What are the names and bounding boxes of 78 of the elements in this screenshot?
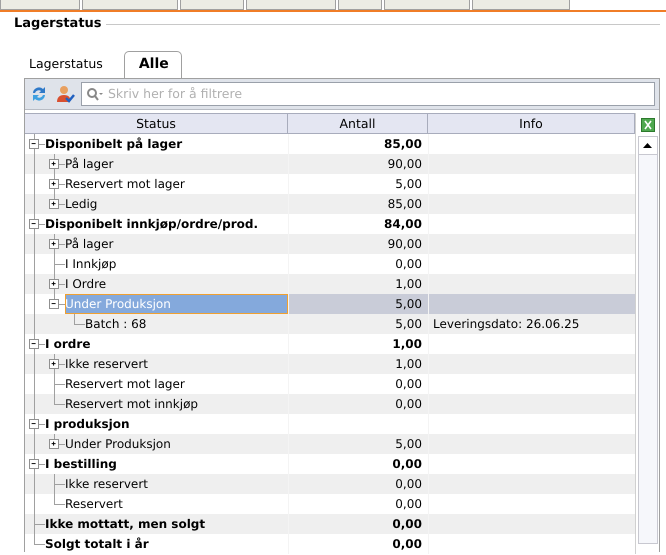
quantity-cell: 0,00: [395, 256, 422, 270]
collapse-icon[interactable]: [29, 138, 39, 148]
collapse-icon[interactable]: [29, 338, 39, 348]
tree-row[interactable]: Under Produksjon 5,00: [25, 434, 635, 454]
expand-icon[interactable]: [49, 238, 59, 248]
status-cell-text: Reservert mot lager: [65, 376, 186, 392]
status-cell-text: I ordre: [45, 336, 92, 352]
expand-icon[interactable]: [49, 278, 59, 288]
quantity-cell: 85,00: [384, 136, 422, 150]
quantity-cell: 0,00: [395, 396, 422, 410]
collapse-icon[interactable]: [29, 418, 39, 428]
info-cell: Leveringsdato: 26.06.25: [433, 316, 580, 330]
group-title: Lagerstatus: [14, 15, 102, 33]
quantity-cell: 1,00: [395, 356, 422, 370]
expand-icon[interactable]: [49, 358, 59, 368]
status-cell-text: Ikke reservert: [65, 356, 149, 372]
status-cell-text: I Ordre: [65, 276, 108, 292]
quantity-cell: 1,00: [392, 336, 422, 350]
status-cell-text: Batch : 68: [85, 316, 148, 332]
tree-row[interactable]: Ikke mottatt, men solgt 0,00: [25, 514, 635, 534]
tree-row[interactable]: Ledig 85,00: [25, 194, 635, 214]
tab[interactable]: Lagerstatus: [26, 52, 116, 78]
user-check-icon[interactable]: [55, 84, 75, 104]
status-cell-text: Reservert mot lager: [65, 176, 186, 192]
tree-row[interactable]: Solgt totalt i år 0,00: [25, 534, 635, 554]
expand-icon[interactable]: [49, 438, 59, 448]
status-cell-text: Disponibelt på lager: [45, 136, 184, 153]
tree-row[interactable]: Ikke reservert 1,00: [25, 354, 635, 374]
status-cell-text: Under Produksjon: [65, 436, 172, 452]
status-cell-text: På lager: [65, 156, 114, 172]
expand-icon[interactable]: [49, 158, 59, 168]
quantity-cell: 0,00: [392, 456, 422, 470]
quantity-cell: 1,00: [395, 276, 422, 290]
quantity-cell: 0,00: [395, 476, 422, 490]
status-cell-text: Disponibelt innkjøp/ordre/prod.: [45, 216, 260, 233]
quantity-cell: 84,00: [384, 216, 422, 230]
quantity-cell: 5,00: [395, 176, 422, 190]
quantity-cell: 90,00: [388, 236, 422, 250]
status-cell-text: Ikke reservert: [65, 476, 149, 492]
collapse-icon[interactable]: [29, 458, 39, 468]
scrollbar[interactable]: [638, 136, 658, 544]
tree-row[interactable]: Batch : 68 5,00 Leveringsdato: 26.06.25: [25, 314, 635, 334]
status-cell-text: Solgt totalt i år: [45, 536, 150, 553]
tree-row[interactable]: Under Produksjon 5,00: [25, 294, 635, 314]
tree-row[interactable]: På lager 90,00: [25, 154, 635, 174]
quantity-cell: 90,00: [388, 156, 422, 170]
tree-row[interactable]: I Ordre 1,00: [25, 274, 635, 294]
status-cell-text: I produksjon: [45, 416, 131, 433]
quantity-cell: 5,00: [395, 296, 422, 310]
spreadsheet-icon[interactable]: [640, 118, 654, 132]
expand-icon[interactable]: [49, 178, 59, 188]
quantity-cell: 0,00: [395, 376, 422, 390]
status-cell-text: På lager: [65, 236, 114, 252]
quantity-cell: 85,00: [388, 196, 422, 210]
column-header[interactable]: Info: [428, 112, 635, 134]
tree-row[interactable]: Ikke reservert 0,00: [25, 474, 635, 494]
scroll-up-icon[interactable]: [643, 142, 652, 148]
status-cell-text: I Innkjøp: [65, 256, 118, 272]
quantity-cell: 0,00: [392, 536, 422, 550]
status-cell-text: Reservert: [65, 496, 124, 512]
quantity-cell: 0,00: [392, 516, 422, 530]
quantity-cell: 0,00: [395, 496, 422, 510]
filter-field[interactable]: Skriv her for å filtrere: [81, 82, 655, 106]
status-cell-text: Ikke mottatt, men solgt: [45, 516, 206, 533]
status-cell-text: Ledig: [65, 196, 98, 212]
status-cell: Under Produksjon: [65, 294, 288, 314]
collapse-icon[interactable]: [49, 298, 59, 308]
expand-icon[interactable]: [49, 198, 59, 208]
quantity-cell: 5,00: [395, 436, 422, 450]
column-header[interactable]: Status: [25, 112, 288, 134]
tree-row[interactable]: Reservert mot innkjøp 0,00: [25, 394, 635, 414]
quantity-cell: 5,00: [395, 316, 422, 330]
collapse-icon[interactable]: [29, 218, 39, 228]
status-cell-text: I bestilling: [45, 456, 118, 473]
status-cell-text: Reservert mot innkjøp: [65, 396, 200, 412]
tree-row[interactable]: På lager 90,00: [25, 234, 635, 254]
tab[interactable]: Alle: [124, 50, 182, 78]
column-header[interactable]: Antall: [288, 112, 428, 134]
